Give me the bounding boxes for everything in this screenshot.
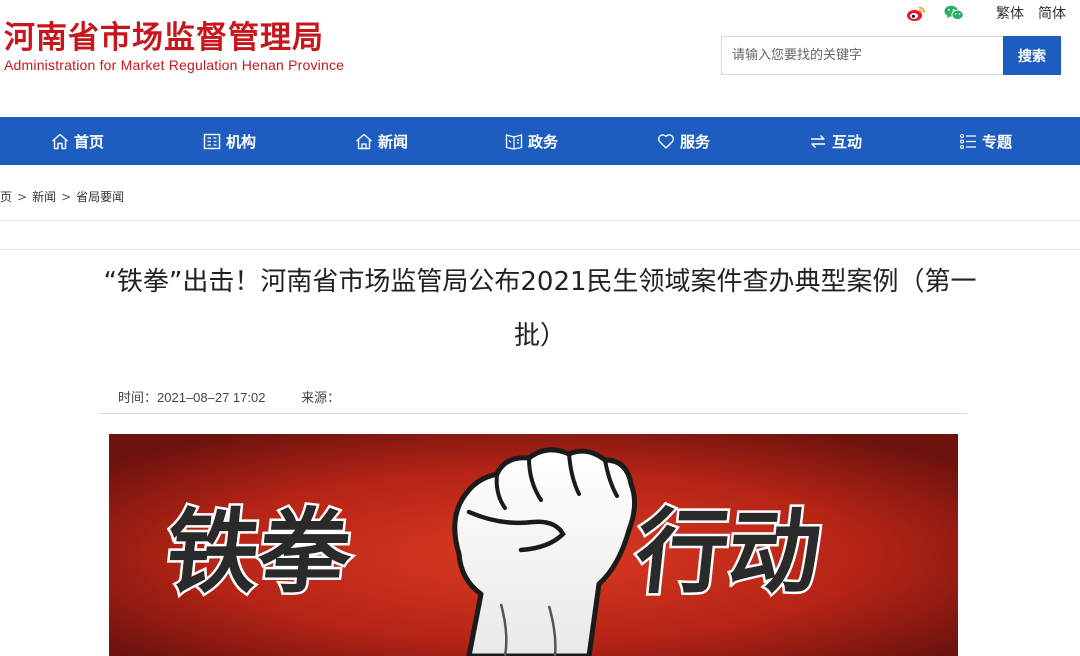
nav-item-home[interactable]: 首页 <box>51 117 104 165</box>
divider <box>0 249 1080 250</box>
search-button[interactable]: 搜索 <box>1003 36 1061 75</box>
nav-item-topics[interactable]: 专题 <box>959 117 1012 165</box>
top-links: 繁体 简体 <box>906 3 1066 23</box>
breadcrumb: 页 > 新闻 > 省局要闻 <box>0 188 124 205</box>
nav-label: 互动 <box>832 132 863 151</box>
article-meta: 时间：2021–08–27 17:02 来源： <box>118 387 340 406</box>
nav-item-news[interactable]: 新闻 <box>355 117 408 165</box>
banner-text-left: 铁拳 <box>161 498 358 606</box>
nav-label: 首页 <box>74 132 105 151</box>
nav-item-interaction[interactable]: 互动 <box>809 117 862 165</box>
article-title-line1: “铁拳”出击！河南省市场监管局公布2021民生领域案件查办典型案例（第一 <box>103 267 977 297</box>
topics-icon <box>959 133 976 149</box>
iron-fist-banner: 铁拳 行动 <box>109 434 958 656</box>
search-box: 搜索 <box>721 36 1061 75</box>
breadcrumb-news[interactable]: 新闻 <box>32 188 56 205</box>
banner-text-right: 行动 <box>631 498 826 606</box>
site-logo-subtitle[interactable]: Administration for Market Regulation Hen… <box>4 57 344 73</box>
breadcrumb-separator: > <box>17 189 28 204</box>
breadcrumb-provincial-news[interactable]: 省局要闻 <box>76 188 124 205</box>
nav-label: 新闻 <box>378 132 409 151</box>
nav-item-organization[interactable]: 机构 <box>203 117 256 165</box>
main-nav: 首页 机构 新闻 政务 服务 互动 专题 <box>0 117 1080 165</box>
affairs-icon <box>505 133 523 150</box>
divider <box>99 413 967 414</box>
nav-label: 政务 <box>528 132 559 151</box>
home-icon <box>52 133 68 149</box>
publish-time: 2021–08–27 17:02 <box>157 390 266 405</box>
time-label: 时间： <box>118 390 158 405</box>
nav-label: 专题 <box>982 132 1013 151</box>
nav-item-affairs[interactable]: 政务 <box>505 117 558 165</box>
nav-item-service[interactable]: 服务 <box>657 117 710 165</box>
lang-traditional-link[interactable]: 繁体 <box>996 3 1024 23</box>
weibo-icon[interactable] <box>906 4 926 22</box>
nav-label: 服务 <box>680 132 711 151</box>
breadcrumb-separator: > <box>61 189 72 204</box>
wechat-icon[interactable] <box>944 4 964 22</box>
nav-label: 机构 <box>226 132 257 151</box>
exchange-icon <box>811 134 825 148</box>
site-header: 河南省市场监督管理局 Administration for Market Reg… <box>0 0 1080 117</box>
heart-icon <box>657 133 675 149</box>
search-input[interactable] <box>721 36 1003 75</box>
divider <box>0 220 1080 221</box>
lang-simplified-link[interactable]: 简体 <box>1038 3 1066 23</box>
article-title: “铁拳”出击！河南省市场监管局公布2021民生领域案件查办典型案例（第一 批） <box>40 264 1040 354</box>
news-icon <box>356 133 372 149</box>
article-title-line2: 批） <box>513 321 566 351</box>
source-label: 来源： <box>301 390 341 405</box>
building-icon <box>203 133 221 149</box>
site-logo-title[interactable]: 河南省市场监督管理局 <box>4 12 324 57</box>
banner-image: 铁拳 行动 <box>109 434 958 656</box>
breadcrumb-home[interactable]: 页 <box>0 188 12 205</box>
